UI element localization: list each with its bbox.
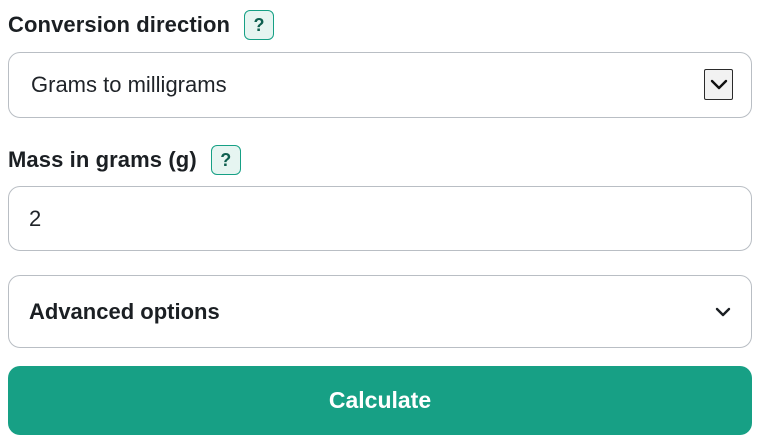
advanced-options-chevron	[713, 302, 733, 322]
mass-help-button[interactable]: ?	[210, 145, 241, 175]
chevron-down-icon	[710, 79, 727, 89]
conversion-direction-label-row: Conversion direction ?	[8, 7, 275, 43]
mass-label: Mass in grams (g)	[8, 147, 197, 172]
advanced-options-toggle[interactable]: Advanced options	[8, 275, 752, 348]
calculate-button[interactable]: Calculate	[8, 366, 752, 435]
select-arrow-button[interactable]	[704, 69, 733, 100]
advanced-options-label: Advanced options	[29, 298, 220, 324]
chevron-down-icon	[715, 307, 731, 317]
question-mark-icon: ?	[220, 149, 232, 170]
conversion-direction-select[interactable]: Grams to milligrams	[8, 52, 752, 118]
conversion-direction-help-button[interactable]: ?	[244, 10, 275, 40]
conversion-direction-selected-value: Grams to milligrams	[31, 72, 227, 97]
question-mark-icon: ?	[253, 14, 265, 35]
conversion-direction-label: Conversion direction	[8, 12, 231, 37]
mass-label-row: Mass in grams (g) ?	[8, 142, 241, 178]
mass-input[interactable]	[8, 186, 752, 251]
